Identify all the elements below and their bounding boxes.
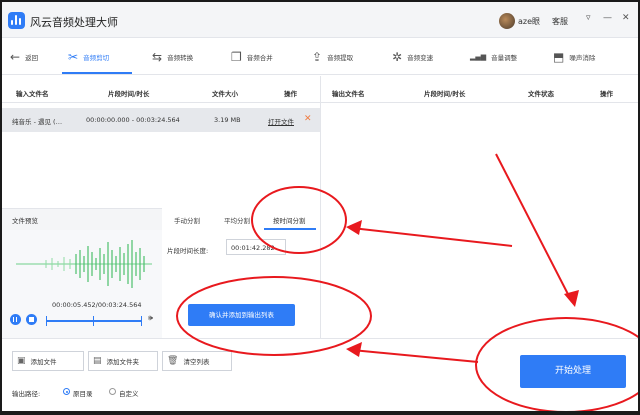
app-window: 风云音频处理大师 aze眼 客服 ▿ — ✕ ← 返回 ✂ 音频剪切 ⇆ 音频转… bbox=[2, 2, 638, 411]
annotation-circle-add-button bbox=[176, 276, 372, 356]
annotation-circle-start-button bbox=[475, 317, 638, 411]
annotation-arrow-1 bbox=[351, 227, 513, 247]
annotation-arrowhead-3 bbox=[346, 342, 362, 357]
annotation-arrow-3 bbox=[351, 349, 479, 363]
annotation-arrow-2 bbox=[495, 153, 573, 303]
annotation-overlay bbox=[176, 153, 638, 411]
annotation-circle-time-split bbox=[251, 186, 347, 254]
annotation-arrowhead-1 bbox=[346, 220, 362, 235]
